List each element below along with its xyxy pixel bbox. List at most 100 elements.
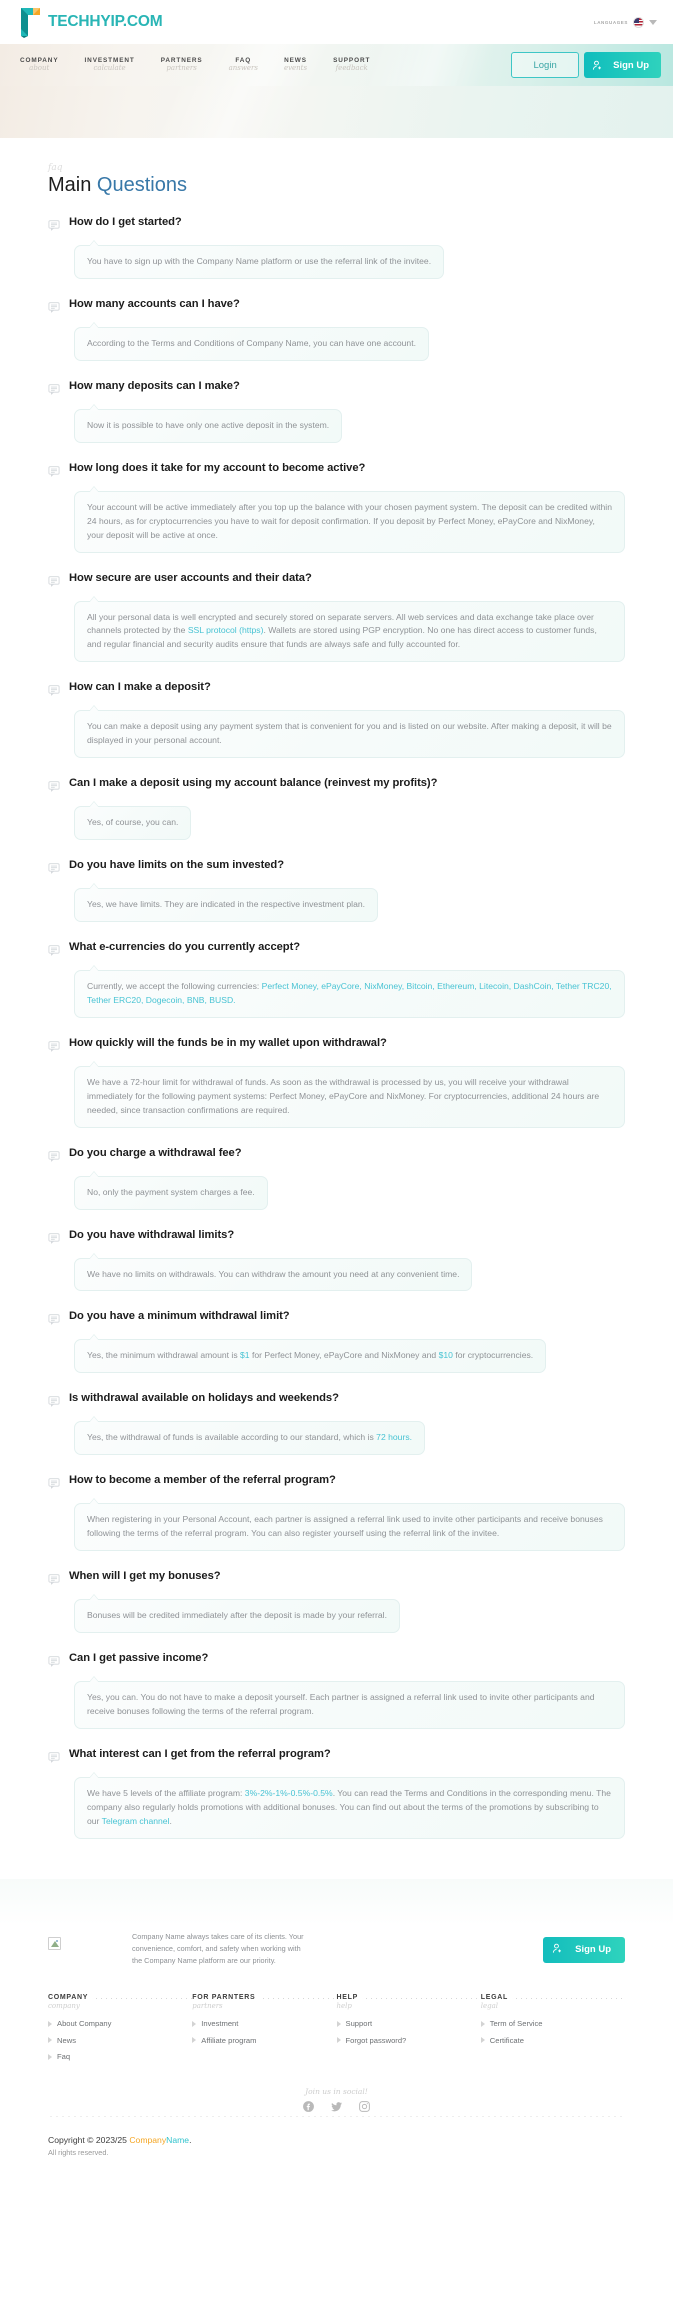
faq-answer: Yes, you can. You do not have to make a …	[74, 1676, 625, 1729]
faq-answer-text: We have a 72-hour limit for withdrawal o…	[87, 1076, 600, 1115]
signup-button[interactable]: Sign Up	[584, 52, 661, 78]
faq-answer-text: No, only the payment system charges a fe…	[87, 1186, 255, 1197]
hero-band	[0, 86, 673, 138]
footer-link-list: Term of Service Certificate	[480, 2019, 625, 2045]
faq-question-text: Do you have limits on the sum invested?	[69, 859, 285, 872]
faq-question-row[interactable]: Do you have withdrawal limits?	[48, 1228, 625, 1249]
faq-answer-text: When registering in your Personal Accoun…	[87, 1514, 603, 1539]
faq-question-text: Do you have a minimum withdrawal limit?	[69, 1310, 290, 1323]
brand-logo-link[interactable]: TECHHYIP.COM	[18, 6, 163, 38]
copyright-name: Name	[166, 2134, 190, 2145]
faq-question-row[interactable]: Can I make a deposit using my account ba…	[48, 776, 625, 797]
footer-link[interactable]: Term of Service	[480, 2019, 625, 2029]
faq-question-row[interactable]: How can I make a deposit?	[48, 680, 625, 701]
speech-bubble-icon	[48, 1476, 60, 1494]
faq-answer: Yes, we have limits. They are indicated …	[74, 883, 379, 922]
instagram-icon[interactable]	[356, 2099, 373, 2113]
footer-link-label: Support	[345, 2019, 373, 2029]
nav-item-faq[interactable]: FAQ answers	[228, 57, 258, 73]
footer-link-list: Support Forgot password?	[336, 2019, 481, 2045]
footer-link-label: Affiliate program	[201, 2035, 257, 2045]
page-title: Main Questions	[48, 174, 673, 197]
speech-bubble-icon	[48, 1750, 60, 1768]
faq-answer: No, only the payment system charges a fe…	[74, 1170, 268, 1210]
footer-link[interactable]: Affiliate program	[192, 2036, 336, 2045]
dotted-divider	[94, 1997, 193, 1999]
faq-answer: We have a 72-hour limit for withdrawal o…	[74, 1060, 625, 1128]
nav-subtitle: answers	[228, 64, 258, 73]
nav-title: INVESTMENT	[84, 56, 135, 64]
faq-question-text: When will I get my bonuses?	[69, 1570, 221, 1583]
nav-subtitle: calculate	[93, 64, 126, 73]
nav-item-partners[interactable]: PARTNERS partners	[161, 57, 203, 73]
footer-link[interactable]: Support	[336, 2019, 481, 2029]
faq-question-row[interactable]: Do you have a minimum withdrawal limit?	[48, 1309, 625, 1330]
speech-bubble-icon	[48, 1231, 60, 1249]
faq-question-text: How quickly will the funds be in my wall…	[69, 1036, 387, 1049]
footer-link[interactable]: Faq	[48, 2052, 192, 2061]
footer-signup-button[interactable]: Sign Up	[543, 1936, 625, 1963]
faq-answer-text: Bonuses will be credited immediately aft…	[87, 1610, 387, 1621]
footer-link[interactable]: Investment	[192, 2019, 336, 2028]
footer-link[interactable]: Certificate	[480, 2036, 625, 2045]
faq-answer-text: We have no limits on withdrawals. You ca…	[87, 1268, 460, 1279]
footer-column: LEGAL legal Term of Service Certificate	[480, 1994, 625, 2069]
faq-question-text: Is withdrawal available on holidays and …	[69, 1392, 339, 1405]
faq-answer: Currently, we accept the following curre…	[74, 965, 625, 1018]
facebook-icon[interactable]	[300, 2099, 317, 2113]
footer-link-label: Faq	[57, 2052, 71, 2062]
speech-bubble-icon	[48, 1394, 60, 1412]
footer-column-head: FOR PARNTERS	[192, 1994, 337, 2001]
nav-item-news[interactable]: NEWS events	[284, 56, 307, 73]
faq-question-row[interactable]: How long does it take for my account to …	[48, 461, 625, 482]
speech-bubble-icon	[48, 1572, 60, 1590]
speech-bubble-icon	[48, 574, 60, 592]
faq-question-row[interactable]: How many accounts can I have?	[48, 297, 625, 318]
faq-question-row[interactable]: How many deposits can I make?	[48, 379, 625, 400]
social-title: Join us in social!	[305, 2086, 368, 2096]
footer-column: FOR PARNTERS partners Investment Affiliate …	[192, 1994, 337, 2069]
faq-question-text: How do I get started?	[69, 216, 182, 228]
main-navigation: COMPANY about INVESTMENT calculate PARTN…	[0, 44, 673, 86]
faq-question-row[interactable]: Do you have limits on the sum invested?	[48, 858, 625, 879]
nav-item-support[interactable]: SUPPORT feedback	[333, 57, 370, 73]
techhyip-logo-icon	[18, 6, 43, 38]
twitter-icon[interactable]	[328, 2099, 345, 2113]
faq-question-row[interactable]: Can I get passive income?	[48, 1651, 625, 1672]
login-button[interactable]: Login	[511, 52, 580, 78]
faq-question-row[interactable]: What e-currencies do you currently accep…	[48, 940, 625, 961]
nav-title: NEWS	[284, 56, 307, 64]
faq-question-row[interactable]: How quickly will the funds be in my wall…	[48, 1036, 625, 1057]
footer-link[interactable]: About Company	[48, 2019, 192, 2028]
nav-subtitle: partners	[166, 64, 197, 73]
footer-link[interactable]: News	[48, 2036, 192, 2045]
footer-link-label: News	[57, 2035, 76, 2045]
nav-item-company[interactable]: COMPANY about	[20, 57, 59, 73]
footer-link[interactable]: Forgot password?	[336, 2036, 481, 2045]
faq-question-row[interactable]: When will I get my bonuses?	[48, 1569, 625, 1590]
top-bar: TECHHYIP.COM LANGUAGES	[0, 0, 673, 44]
speech-bubble-icon	[48, 943, 60, 961]
faq-question-text: How many deposits can I make?	[69, 379, 240, 392]
footer-column-subtitle: company	[48, 2001, 80, 2010]
faq-answer: You can make a deposit using any payment…	[74, 705, 625, 759]
faq-question-row[interactable]: How do I get started?	[48, 215, 625, 236]
faq-list: How do I get started? You have to sign up…	[0, 201, 673, 1879]
faq-question-row[interactable]: Is withdrawal available on holidays and …	[48, 1391, 625, 1412]
faq-question-text: Can I make a deposit using my account ba…	[69, 777, 438, 790]
footer-link-list: Investment Affiliate program	[192, 2019, 336, 2045]
footer-column-subtitle: help	[336, 2001, 352, 2010]
faq-question-row[interactable]: What interest can I get from the referra…	[48, 1747, 625, 1768]
nav-item-investment[interactable]: INVESTMENT calculate	[84, 56, 135, 73]
page-title-plain: Main	[48, 174, 92, 196]
faq-question-row[interactable]: How secure are user accounts and their d…	[48, 571, 625, 592]
faq-question-row[interactable]: How to become a member of the referral p…	[48, 1473, 625, 1494]
speech-bubble-icon	[48, 1039, 60, 1057]
faq-question-text: How secure are user accounts and their d…	[69, 571, 312, 584]
footer-column-head: LEGAL	[481, 1994, 625, 2001]
copyright-company: Company	[129, 2134, 167, 2145]
language-selector[interactable]: LANGUAGES	[594, 16, 657, 28]
faq-question-row[interactable]: Do you charge a withdrawal fee?	[48, 1146, 625, 1167]
footer-link-label: Term of Service	[489, 2019, 543, 2029]
footer-column-title: HELP	[336, 1993, 358, 2001]
